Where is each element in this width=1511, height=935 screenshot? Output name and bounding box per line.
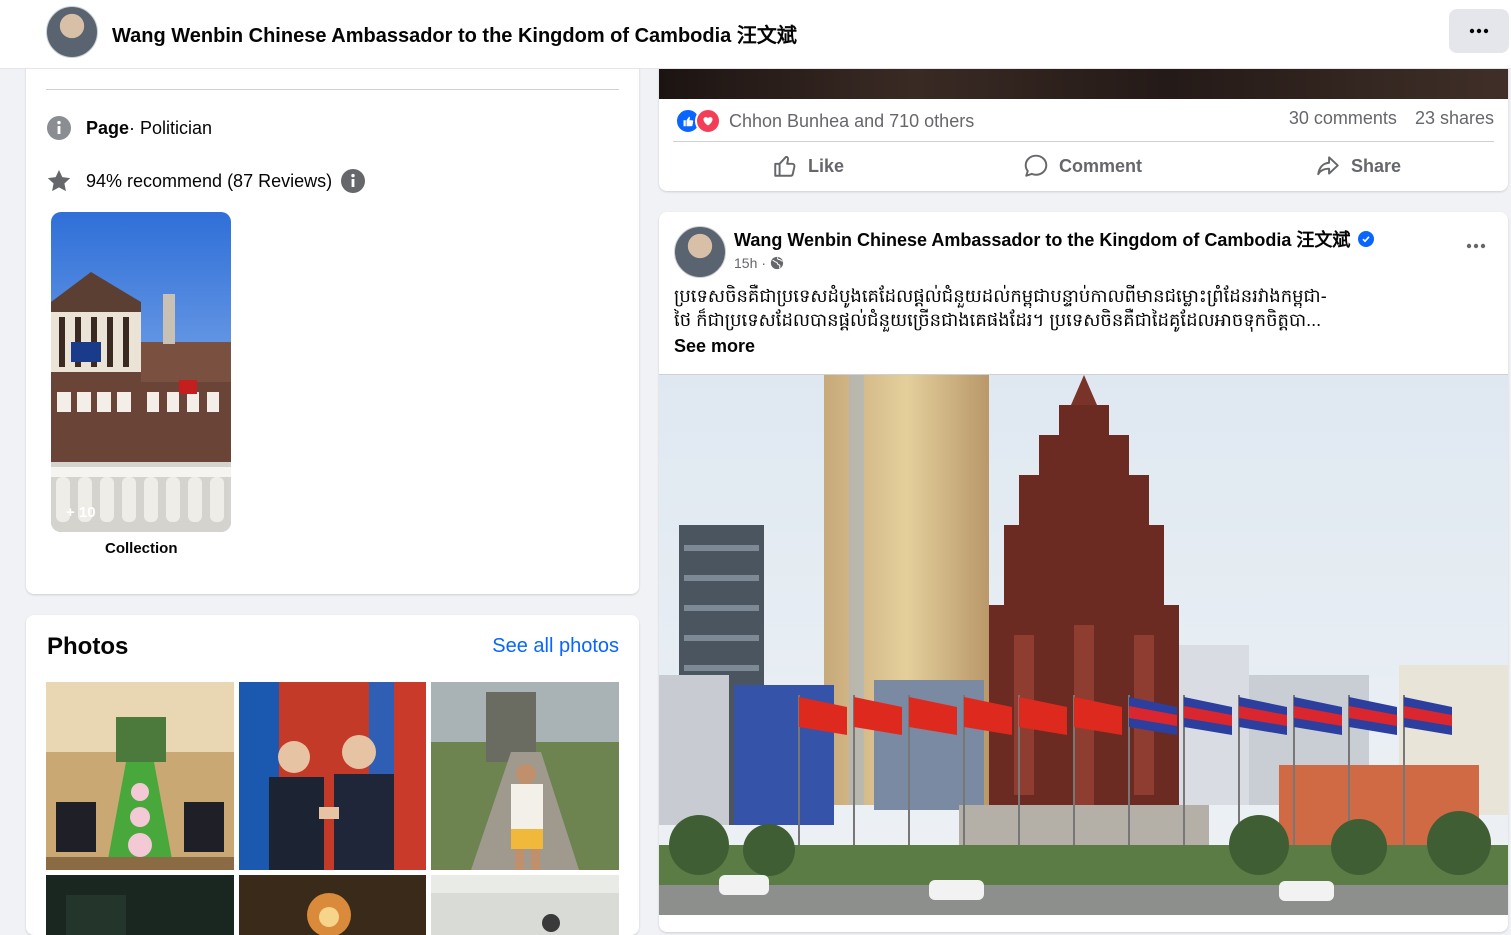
share-button[interactable]: Share — [1315, 150, 1401, 182]
thumbs-up-icon — [774, 155, 796, 177]
share-label: Share — [1351, 155, 1402, 176]
see-all-photos-link[interactable]: See all photos — [492, 635, 619, 658]
post-image[interactable] — [659, 68, 1508, 99]
post-text-line: ប្រទេសចិនគឺជាប្រទេសដំបូងគេដែលផ្តល់ជំនួយដ… — [674, 286, 1327, 306]
ellipsis-icon — [1466, 243, 1486, 249]
shares-count[interactable]: 23 shares — [1415, 108, 1494, 128]
collection-count: + 10 — [66, 504, 96, 521]
comment-icon — [1024, 154, 1048, 177]
photo-thumbnail[interactable] — [239, 682, 426, 870]
post-author: Wang Wenbin Chinese Ambassador to the Ki… — [734, 226, 1375, 252]
collection-thumbnail[interactable] — [51, 212, 231, 532]
collection-label: Collection — [105, 540, 178, 557]
ellipsis-icon — [1469, 28, 1489, 34]
photo-thumbnail[interactable] — [239, 875, 426, 935]
more-options-button[interactable] — [1449, 9, 1509, 53]
embassy-building-image — [51, 212, 231, 532]
post-options-button[interactable] — [1466, 236, 1486, 254]
post-text: ប្រទេសចិនគឺជាប្រទេសដំបូងគេដែលផ្តល់ជំនួយដ… — [674, 284, 1489, 332]
author-avatar[interactable] — [674, 226, 726, 278]
divider — [673, 141, 1494, 142]
post-card: Wang Wenbin Chinese Ambassador to the Ki… — [659, 212, 1508, 932]
like-button[interactable]: Like — [772, 150, 844, 182]
page-category-label: Page — [86, 117, 130, 138]
intro-card: Page · Politician 94% recommend (87 Revi… — [26, 40, 639, 594]
page-category-row: Page · Politician — [46, 115, 212, 141]
engagement-counts: 30 comments 23 shares — [1289, 108, 1494, 129]
comments-count[interactable]: 30 comments — [1289, 108, 1397, 128]
post-meta: 15h · — [734, 255, 784, 271]
see-more-link[interactable]: See more — [674, 336, 755, 357]
photo-thumbnail[interactable] — [431, 875, 619, 935]
post-author-name[interactable]: Wang Wenbin Chinese Ambassador to the Ki… — [734, 226, 1350, 252]
reaction-summary[interactable]: Chhon Bunhea and 710 others — [675, 108, 974, 134]
photos-title: Photos — [47, 633, 129, 660]
post-text-line: ថៃ ក៏ជាប្រទេសដែលបានផ្តល់ជំនួយច្រើនជាងគេផ… — [674, 310, 1322, 330]
verified-badge-icon — [1358, 231, 1375, 247]
photo-thumbnail[interactable] — [431, 682, 619, 870]
page-title: Wang Wenbin Chinese Ambassador to the Ki… — [112, 25, 797, 47]
rating-text[interactable]: 94% recommend (87 Reviews) — [86, 171, 332, 192]
comment-button[interactable]: Comment — [1023, 150, 1142, 182]
star-icon — [46, 168, 72, 194]
love-reaction-icon — [695, 108, 721, 134]
page-category-value: · Politician — [129, 117, 213, 138]
photo-thumbnail[interactable] — [46, 875, 234, 935]
globe-icon — [770, 256, 784, 270]
page-header: Wang Wenbin Chinese Ambassador to the Ki… — [0, 0, 1511, 69]
photo-thumbnail[interactable] — [46, 682, 234, 870]
post-image[interactable] — [659, 374, 1508, 915]
independence-monument-image — [659, 375, 1508, 915]
comment-label: Comment — [1059, 155, 1143, 176]
photos-card: Photos See all photos — [26, 615, 639, 935]
rating-info-icon[interactable] — [340, 168, 366, 194]
divider — [46, 89, 619, 90]
meta-separator: · — [761, 255, 767, 271]
share-icon — [1317, 156, 1339, 176]
info-icon — [46, 115, 72, 141]
rating-row: 94% recommend (87 Reviews) — [46, 168, 366, 194]
like-label: Like — [808, 155, 845, 176]
reactions-text: Chhon Bunhea and 710 others — [729, 110, 975, 131]
profile-avatar[interactable] — [46, 6, 98, 58]
post-timestamp[interactable]: 15h — [734, 255, 757, 271]
